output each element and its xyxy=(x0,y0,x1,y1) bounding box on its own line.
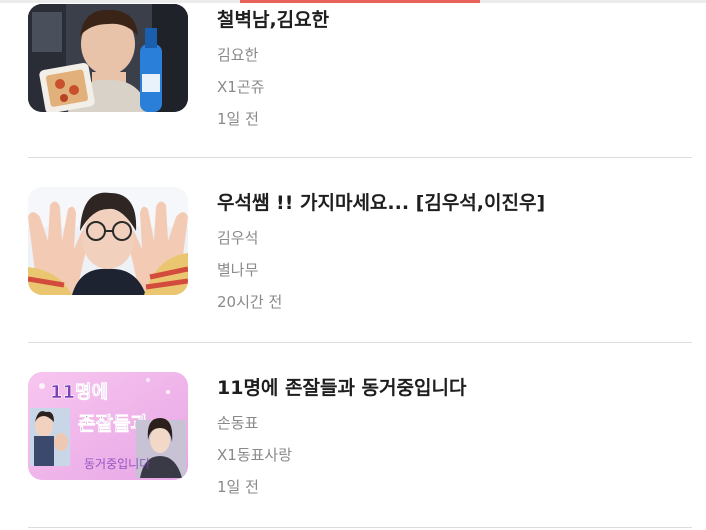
story-time: 20시간 전 xyxy=(217,293,283,311)
screen: 철벽남,김요한 김요한 X1곤쥬 1일 전 우석쌤 !! 가지마세요... [김… xyxy=(0,0,706,530)
story-character: 김요한 xyxy=(217,46,259,64)
list-item[interactable]: 우석쌤 !! 가지마세요... [김우석,이진우] 김우석 별나무 20시간 전 xyxy=(28,187,692,327)
story-author[interactable]: X1곤쥬 xyxy=(217,77,687,97)
story-time: 1일 전 xyxy=(217,478,259,496)
story-info: 11명에 존잘들과 동거중입니다 손동표 X1동표사랑 1일 전 xyxy=(217,376,687,497)
thumbnail-text-top: 11명에 xyxy=(50,382,108,403)
list-item[interactable]: 철벽남,김요한 김요한 X1곤쥬 1일 전 xyxy=(28,4,692,144)
list-item[interactable]: 11명에 존잘들과 동거중입니다 11명에 존잘들과 동거중입니다 손동표 X1… xyxy=(28,372,692,512)
story-title[interactable]: 철벽남,김요한 xyxy=(217,8,687,32)
story-thumbnail-graphic: 11명에 존잘들과 동거중입니다 xyxy=(28,372,188,480)
story-thumbnail-photo xyxy=(28,4,188,112)
list-divider xyxy=(28,157,692,158)
story-thumbnail-photo xyxy=(28,187,188,295)
story-character: 손동표 xyxy=(217,414,259,432)
list-divider xyxy=(28,342,692,343)
story-time: 1일 전 xyxy=(217,110,259,128)
story-title[interactable]: 우석쌤 !! 가지마세요... [김우석,이진우] xyxy=(217,191,687,215)
story-thumbnail[interactable] xyxy=(28,4,188,112)
active-tab-indicator xyxy=(240,0,480,3)
story-author[interactable]: X1동표사랑 xyxy=(217,445,687,465)
story-character: 김우석 xyxy=(217,229,259,247)
story-info: 우석쌤 !! 가지마세요... [김우석,이진우] 김우석 별나무 20시간 전 xyxy=(217,191,687,312)
story-author[interactable]: 별나무 xyxy=(217,260,687,280)
story-thumbnail[interactable] xyxy=(28,187,188,295)
list-divider xyxy=(28,527,692,528)
thumbnail-text-bottom: 동거중입니다 xyxy=(84,457,150,471)
story-thumbnail[interactable]: 11명에 존잘들과 동거중입니다 xyxy=(28,372,188,480)
story-info: 철벽남,김요한 김요한 X1곤쥬 1일 전 xyxy=(217,8,687,129)
story-title[interactable]: 11명에 존잘들과 동거중입니다 xyxy=(217,376,687,400)
